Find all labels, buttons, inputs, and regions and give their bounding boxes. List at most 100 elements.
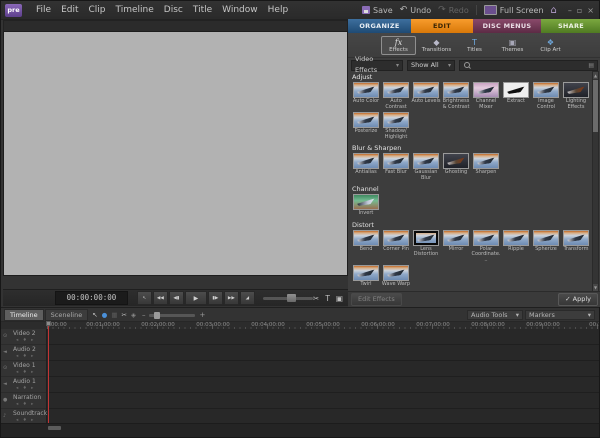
track-keyframe-controls[interactable]: ◂ ♦ ▸ [16, 386, 35, 391]
horizontal-scroll-thumb[interactable] [48, 426, 61, 430]
show-filter-dropdown[interactable]: Show All ▾ [407, 60, 455, 71]
track-keyframe-controls[interactable]: ◂ ♦ ▸ [16, 402, 35, 407]
effect-auto-levels[interactable]: Auto Levels [411, 82, 441, 110]
tab-disc-menus[interactable]: DISC MENUS [473, 19, 541, 33]
minimize-button[interactable]: – [568, 6, 572, 15]
scroll-down-arrow[interactable]: ▼ [593, 284, 598, 291]
playhead-handle[interactable] [46, 321, 51, 326]
tab-edit[interactable]: EDIT [411, 19, 473, 33]
timecode-display[interactable]: 00:00:00:00 [55, 291, 128, 305]
tab-organize[interactable]: ORGANIZE [348, 19, 411, 33]
menu-help[interactable]: Help [263, 5, 294, 15]
eye-icon[interactable]: ⊙ [3, 333, 7, 339]
view-button-timeline[interactable]: Timeline [4, 309, 44, 321]
rewind-button[interactable]: ◀◀ [153, 291, 168, 305]
eye-icon[interactable]: ⊙ [3, 365, 7, 371]
effect-posterize[interactable]: Posterize [351, 112, 381, 140]
tab-share[interactable]: SHARE [541, 19, 600, 33]
track-header-audio-2[interactable]: ◄Audio 2◂ ♦ ▸ [1, 345, 46, 361]
view-button-sceneline[interactable]: Sceneline [45, 309, 89, 321]
effect-bend[interactable]: Bend [351, 230, 381, 264]
track-keyframe-controls[interactable]: ◂ ♦ ▸ [16, 354, 35, 359]
track-header-narration[interactable]: ●Narration◂ ♦ ▸ [1, 393, 46, 409]
search-input[interactable] [472, 61, 587, 70]
menu-title[interactable]: Title [188, 5, 217, 15]
close-button[interactable]: × [587, 6, 594, 15]
effect-auto-color[interactable]: Auto Color [351, 82, 381, 110]
menu-window[interactable]: Window [217, 5, 263, 15]
add-text-icon[interactable]: T [325, 294, 330, 303]
effect-fast-blur[interactable]: Fast Blur [381, 153, 411, 181]
undo-button[interactable]: ↶ Undo [400, 5, 431, 15]
selection-tool[interactable]: ↖ [92, 311, 97, 319]
effect-spherize[interactable]: Spherize [531, 230, 561, 264]
track-keyframe-controls[interactable]: ◂ ♦ ▸ [16, 370, 35, 375]
zoom-in-button[interactable]: + [199, 311, 205, 319]
speaker-icon[interactable]: ◄ [3, 349, 7, 355]
tool-themes[interactable]: ▣Themes [495, 36, 530, 55]
effect-lighting-effects[interactable]: Lighting Effects [561, 82, 591, 110]
effect-wave-warp[interactable]: Wave Warp [381, 265, 411, 288]
scroll-up-arrow[interactable]: ▲ [593, 72, 598, 79]
tool-effects[interactable]: fxEffects [381, 36, 416, 55]
timeline-scrollbar[interactable] [1, 423, 599, 437]
menu-disc[interactable]: Disc [159, 5, 188, 15]
zoom-out-button[interactable]: – [142, 311, 146, 319]
effect-invert[interactable]: Invert [351, 194, 381, 217]
split-clip-icon[interactable]: ✂ [313, 294, 319, 303]
home-icon[interactable]: ⌂ [551, 5, 557, 16]
track-header-audio-1[interactable]: ◄Audio 1◂ ♦ ▸ [1, 377, 46, 393]
audio-tools-dropdown[interactable]: Audio Tools ▾ [467, 310, 523, 320]
effects-scrollbar[interactable]: ▲ ▼ [592, 71, 599, 292]
smart-trim-tool[interactable]: ● [102, 311, 108, 319]
effect-polar-coordinate[interactable]: Polar Coordinate... [471, 230, 501, 264]
redo-button[interactable]: ↷ Redo [438, 5, 469, 15]
effect-lens-distortion[interactable]: Lens Distortion [411, 230, 441, 264]
properties-tool[interactable]: ◈ [131, 311, 136, 319]
effect-ghosting[interactable]: Ghosting [441, 153, 471, 181]
effect-shadow-highlight[interactable]: Shadow/ Highlight [381, 112, 411, 140]
shuttle-mode-button[interactable]: ◢ [240, 291, 255, 305]
track-lane-narration[interactable] [48, 393, 599, 409]
effect-gaussian-blur[interactable]: Gaussian Blur [411, 153, 441, 181]
effect-extract[interactable]: Extract [501, 82, 531, 110]
effect-antialias[interactable]: Antialias [351, 153, 381, 181]
track-header-video-2[interactable]: ⊙Video 2◂ ♦ ▸ [1, 329, 46, 345]
menu-edit[interactable]: Edit [56, 5, 83, 15]
effect-ripple[interactable]: Ripple [501, 230, 531, 264]
step-forward-button[interactable]: ▮▶ [208, 291, 223, 305]
shuttle-slider[interactable] [263, 297, 313, 300]
split-clip-tool[interactable]: ✂ [121, 311, 126, 319]
track-lane-video-2[interactable] [48, 329, 599, 345]
effect-brightness-contrast[interactable]: Brightness & Contrast [441, 82, 471, 110]
effect-transform[interactable]: Transform [561, 230, 591, 264]
track-header-video-1[interactable]: ⊙Video 1◂ ♦ ▸ [1, 361, 46, 377]
scrollbar-thumb[interactable] [593, 80, 598, 132]
effect-image-control[interactable]: Image Control [531, 82, 561, 110]
search-options-icon[interactable]: ▤ [588, 62, 594, 69]
effect-corner-pin[interactable]: Corner Pin [381, 230, 411, 264]
shuttle-thumb[interactable] [287, 294, 296, 302]
edit-effects-button[interactable]: Edit Effects [351, 293, 402, 306]
effect-twirl[interactable]: Twirl [351, 265, 381, 288]
full-screen-button[interactable]: Full Screen [484, 5, 544, 15]
tool-titles[interactable]: TTitles [457, 36, 492, 55]
effects-search-box[interactable]: ▤ [459, 60, 598, 71]
menu-timeline[interactable]: Timeline [111, 5, 159, 15]
track-lane-audio-2[interactable] [48, 345, 599, 361]
video-preview-area[interactable] [3, 31, 348, 276]
play-button[interactable]: ▶ [185, 291, 207, 305]
tool-transitions[interactable]: ◆Transitions [419, 36, 454, 55]
effect-channel-mixer[interactable]: Channel Mixer [471, 82, 501, 110]
speaker-icon[interactable]: ◄ [3, 381, 7, 387]
track-lane-audio-1[interactable] [48, 377, 599, 393]
menu-clip[interactable]: Clip [84, 5, 111, 15]
track-keyframe-controls[interactable]: ◂ ♦ ▸ [16, 338, 35, 343]
current-time-indicator[interactable] [48, 321, 49, 423]
tool-clip-art[interactable]: ❖Clip Art [533, 36, 568, 55]
save-button[interactable]: Save [362, 6, 393, 15]
freeze-frame-icon[interactable]: ▣ [336, 294, 343, 303]
microphone-icon[interactable]: ● [3, 397, 7, 403]
effect-sharpen[interactable]: Sharpen [471, 153, 501, 181]
effect-mirror[interactable]: Mirror [441, 230, 471, 264]
